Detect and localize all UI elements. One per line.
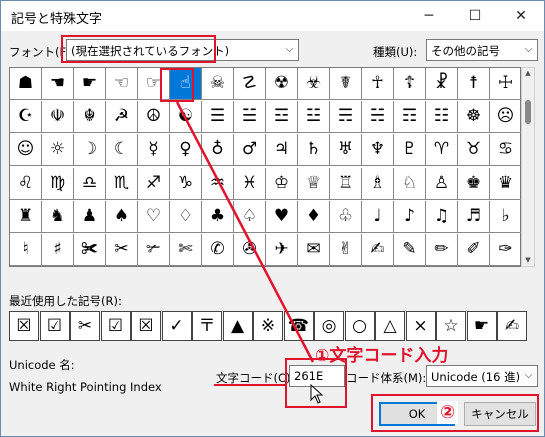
annotation-step1-text: ①文字コード入力 [315, 346, 449, 366]
annotation-arrow [175, 101, 315, 363]
code-label-underline [214, 384, 286, 386]
annotation-step2-text: ② [437, 401, 459, 424]
mouse-cursor-icon [310, 384, 324, 404]
annotation-connector-line [175, 101, 315, 363]
